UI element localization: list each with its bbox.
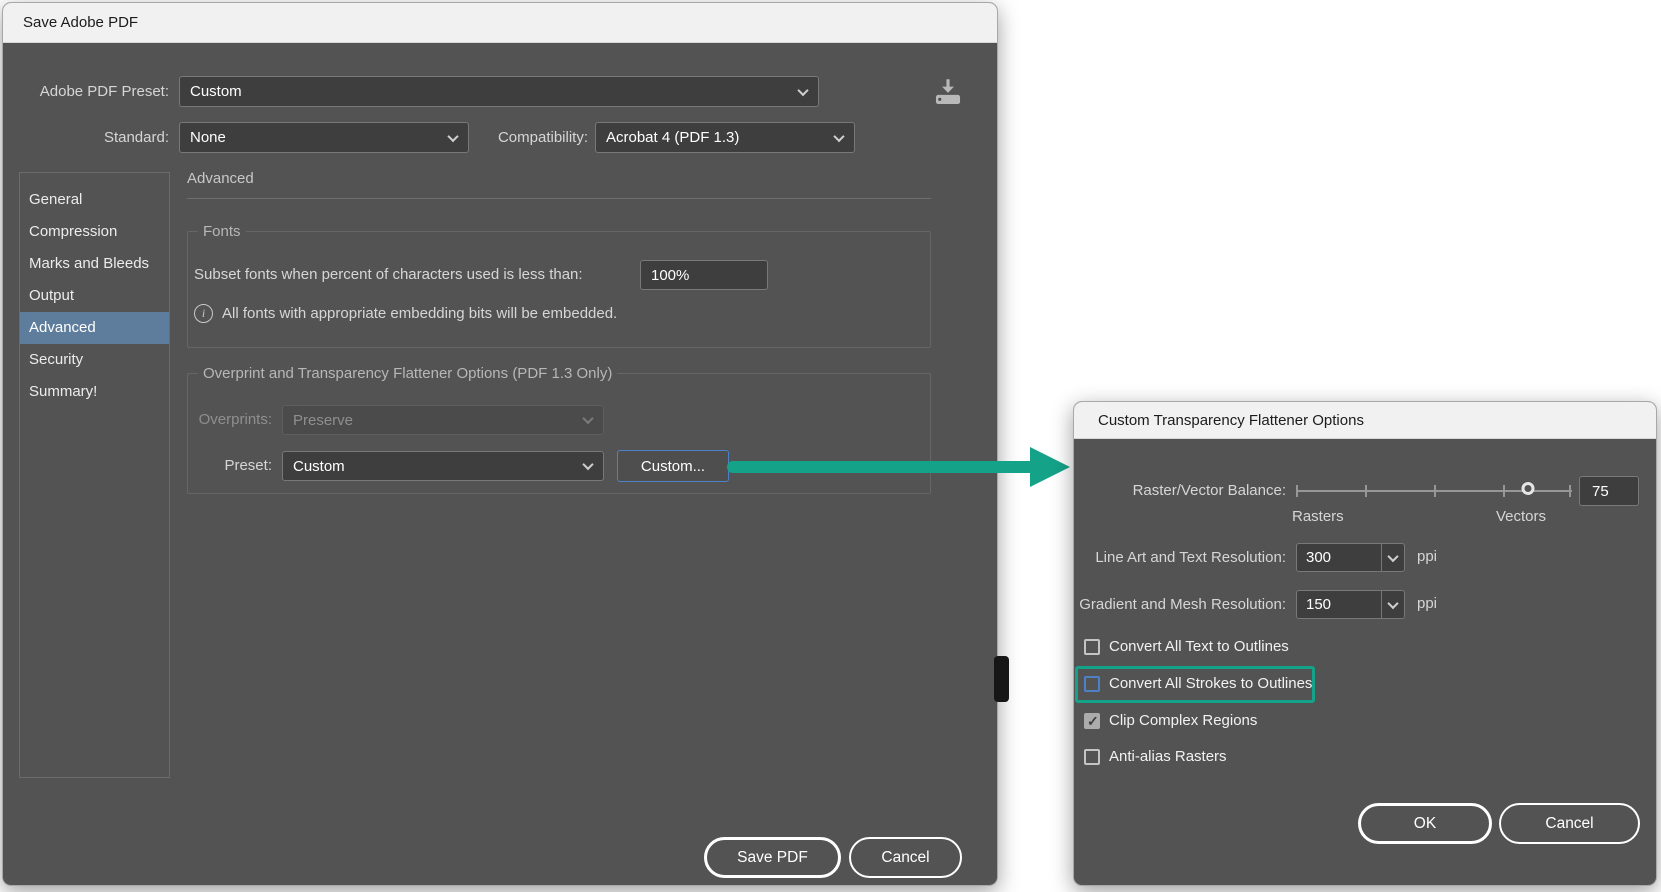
ok-button[interactable]: OK bbox=[1358, 803, 1492, 844]
flattener-options-group: Overprint and Transparency Flattener Opt… bbox=[187, 364, 931, 494]
settings-sidebar: General Compression Marks and Bleeds Out… bbox=[19, 172, 170, 778]
sidebar-item-compression[interactable]: Compression bbox=[20, 216, 169, 248]
slider-tick bbox=[1569, 485, 1572, 497]
custom-flattener-button[interactable]: Custom... bbox=[617, 450, 729, 482]
panel-heading: Advanced bbox=[187, 170, 254, 187]
cancel-button[interactable]: Cancel bbox=[849, 837, 962, 878]
flattener-preset-label: Preset: bbox=[224, 457, 272, 474]
dialog-title: Save Adobe PDF bbox=[23, 14, 139, 31]
checkbox-label[interactable]: Convert All Text to Outlines bbox=[1109, 638, 1289, 655]
sidebar-item-output[interactable]: Output bbox=[20, 280, 169, 312]
chevron-down-icon bbox=[582, 412, 594, 425]
fonts-info-text: All fonts with appropriate embedding bit… bbox=[222, 305, 618, 322]
save-pdf-titlebar: Save Adobe PDF bbox=[3, 3, 997, 43]
gradient-unit: ppi bbox=[1417, 595, 1438, 612]
fonts-group: Fonts Subset fonts when percent of chara… bbox=[187, 222, 931, 348]
slider-tick bbox=[1365, 485, 1367, 497]
checkbox-convert-strokes-to-outlines[interactable] bbox=[1084, 676, 1100, 692]
slider-tick bbox=[1296, 485, 1298, 497]
chevron-down-icon bbox=[1387, 597, 1399, 609]
combo-dropdown-button[interactable] bbox=[1381, 591, 1404, 618]
cancel-button[interactable]: Cancel bbox=[1499, 803, 1640, 844]
save-preset-icon[interactable] bbox=[931, 75, 965, 109]
compatibility-value: Acrobat 4 (PDF 1.3) bbox=[606, 129, 740, 146]
subset-percent-value: 100% bbox=[651, 266, 690, 284]
dialog-title: Custom Transparency Flattener Options bbox=[1098, 412, 1364, 429]
screenshot-canvas: Save Adobe PDF Adobe PDF Preset: Custom … bbox=[0, 0, 1661, 892]
gradient-resolution-label: Gradient and Mesh Resolution: bbox=[1079, 596, 1286, 613]
checkbox-label[interactable]: Clip Complex Regions bbox=[1109, 712, 1257, 729]
adobe-pdf-preset-label: Adobe PDF Preset: bbox=[39, 83, 169, 100]
window-edge-tab bbox=[994, 656, 1009, 702]
raster-vector-balance-label: Raster/Vector Balance: bbox=[1132, 482, 1286, 499]
checkbox-clip-complex-regions[interactable] bbox=[1084, 713, 1100, 730]
rasters-label: Rasters bbox=[1292, 508, 1344, 525]
compatibility-select[interactable]: Acrobat 4 (PDF 1.3) bbox=[595, 122, 855, 153]
chevron-down-icon bbox=[833, 130, 845, 142]
gradient-resolution-combo[interactable]: 150 bbox=[1296, 590, 1405, 619]
vectors-label: Vectors bbox=[1496, 508, 1547, 525]
line-art-resolution-label: Line Art and Text Resolution: bbox=[1095, 549, 1286, 566]
checkbox-convert-text-to-outlines[interactable] bbox=[1084, 639, 1100, 655]
combo-dropdown-button[interactable] bbox=[1381, 544, 1404, 571]
save-pdf-button[interactable]: Save PDF bbox=[704, 837, 841, 878]
adobe-pdf-preset-select[interactable]: Custom bbox=[179, 76, 819, 107]
slider-tick bbox=[1434, 485, 1436, 497]
raster-vector-balance-slider[interactable] bbox=[1296, 482, 1572, 500]
fonts-group-legend: Fonts bbox=[198, 222, 246, 242]
sidebar-item-marks-and-bleeds[interactable]: Marks and Bleeds bbox=[20, 248, 169, 280]
overprints-label: Overprints: bbox=[198, 411, 272, 428]
line-art-unit: ppi bbox=[1417, 548, 1438, 565]
balance-value: 75 bbox=[1592, 482, 1609, 500]
compatibility-label: Compatibility: bbox=[497, 129, 588, 146]
balance-value-field[interactable]: 75 bbox=[1579, 476, 1639, 506]
overprints-value: Preserve bbox=[293, 411, 354, 429]
line-art-resolution-value: 300 bbox=[1306, 549, 1332, 566]
standard-value: None bbox=[190, 129, 226, 146]
save-adobe-pdf-dialog: Save Adobe PDF Adobe PDF Preset: Custom … bbox=[2, 2, 998, 886]
annotation-arrow-head bbox=[1030, 447, 1070, 487]
standard-label: Standard: bbox=[103, 129, 169, 146]
checkbox-label[interactable]: Anti-alias Rasters bbox=[1109, 748, 1227, 765]
panel-divider bbox=[187, 198, 931, 199]
sidebar-item-summary[interactable]: Summary! bbox=[20, 376, 169, 408]
line-art-resolution-combo[interactable]: 300 bbox=[1296, 543, 1405, 572]
sidebar-item-advanced[interactable]: Advanced bbox=[20, 312, 169, 344]
chevron-down-icon bbox=[582, 458, 594, 471]
standard-select[interactable]: None bbox=[179, 122, 469, 153]
chevron-down-icon bbox=[797, 84, 809, 96]
adobe-pdf-preset-value: Custom bbox=[190, 83, 242, 100]
chevron-down-icon bbox=[1387, 550, 1399, 562]
flattener-preset-value: Custom bbox=[293, 457, 345, 475]
subset-percent-field[interactable]: 100% bbox=[640, 260, 768, 290]
flattener-preset-select[interactable]: Custom bbox=[282, 451, 604, 481]
flattener-titlebar: Custom Transparency Flattener Options bbox=[1074, 402, 1656, 439]
flattener-group-legend: Overprint and Transparency Flattener Opt… bbox=[198, 364, 618, 384]
slider-knob[interactable] bbox=[1521, 482, 1535, 495]
checkbox-anti-alias-rasters[interactable] bbox=[1084, 749, 1100, 765]
subset-fonts-label: Subset fonts when percent of characters … bbox=[194, 266, 583, 283]
overprints-select: Preserve bbox=[282, 405, 604, 435]
info-icon: i bbox=[194, 304, 213, 323]
gradient-resolution-value: 150 bbox=[1306, 596, 1332, 613]
flattener-options-dialog: Custom Transparency Flattener Options Ra… bbox=[1073, 401, 1657, 886]
sidebar-item-general[interactable]: General bbox=[20, 184, 169, 216]
checkbox-label[interactable]: Convert All Strokes to Outlines bbox=[1109, 675, 1312, 692]
annotation-arrow-shaft bbox=[727, 461, 1030, 473]
sidebar-item-security[interactable]: Security bbox=[20, 344, 169, 376]
slider-tick bbox=[1503, 485, 1505, 497]
